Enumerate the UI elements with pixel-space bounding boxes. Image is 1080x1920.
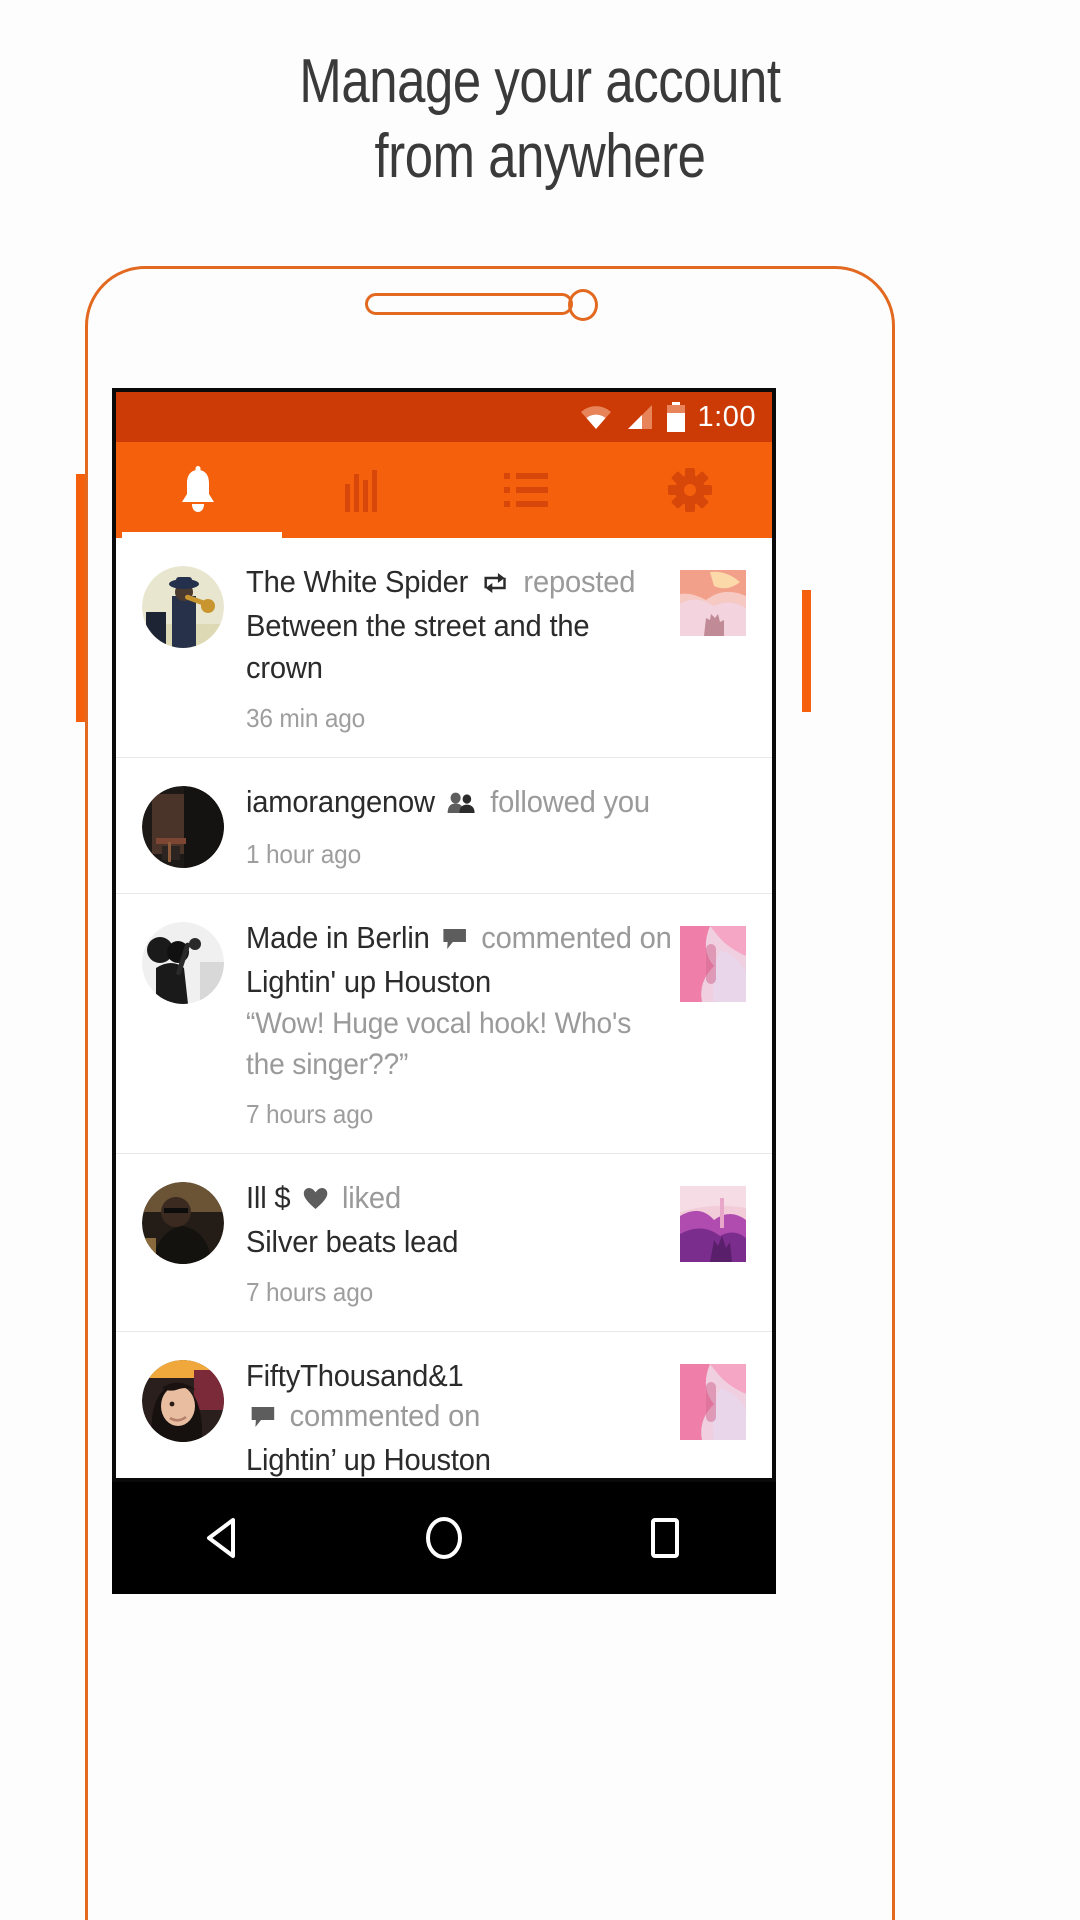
heart-icon [303,1181,328,1221]
row-body: The White Spider reposted Between the st… [246,562,680,735]
timestamp: 36 min ago [246,703,366,733]
nav-recents-button[interactable] [555,1515,776,1561]
table-row[interactable]: Made in Berlin commented on Lightin' up … [116,894,772,1154]
promo-screenshot: Manage your account from anywhere 1:00 T… [0,0,1080,1920]
status-bar: 1:00 [116,392,772,442]
actor-name[interactable]: iamorangenow [246,784,435,819]
headline-line-1: Manage your account [299,47,781,116]
timestamp: 7 hours ago [246,1099,374,1129]
tab-stats[interactable] [280,442,444,538]
action-verb: commented on [481,920,672,955]
comment-icon [251,1399,275,1439]
table-row[interactable]: FiftyThousand&1 commented on Lightin’ up… [116,1332,772,1478]
action-verb: followed you [490,784,650,819]
row-headline: Made in Berlin commented on [246,918,672,961]
power-button[interactable] [802,590,811,712]
signal-icon [624,404,654,430]
wifi-icon [579,404,613,430]
comment-icon [442,921,466,961]
content-thumbnail[interactable] [680,1364,746,1440]
bar-chart-icon [342,468,382,512]
row-body: Ill $ liked Silver beats lead 7 hours ag… [246,1178,680,1309]
content-title[interactable]: Lightin’ up Houston [246,1439,646,1478]
content-thumbnail[interactable] [680,570,746,636]
actor-name[interactable]: Ill $ [246,1180,291,1215]
repost-icon [481,565,509,605]
row-headline: commented on [246,1396,646,1439]
tab-playlists[interactable] [444,442,608,538]
avatar[interactable] [142,566,224,648]
avatar[interactable] [142,922,224,1004]
table-row[interactable]: iamorangenow followed you 1 hour ago [116,758,772,894]
actor-name[interactable]: The White Spider [246,564,468,599]
content-title[interactable]: Silver beats lead [246,1221,646,1263]
front-camera-icon [568,289,598,321]
avatar[interactable] [142,786,224,868]
action-verb: liked [341,1180,401,1215]
gear-icon [668,468,712,512]
content-title[interactable]: Lightin' up Houston [246,961,646,1003]
timestamp: 1 hour ago [246,839,361,869]
comment-text: “Wow! Huge vocal hook! Who's the singer?… [246,1007,632,1081]
page-title: Manage your account from anywhere [97,44,983,194]
row-headline: Ill $ liked [246,1178,646,1221]
row-body: FiftyThousand&1 commented on Lightin’ up… [246,1356,680,1478]
triangle-back-icon [203,1516,243,1560]
action-verb: reposted [523,564,636,599]
table-row[interactable]: Ill $ liked Silver beats lead 7 hours ag… [116,1154,772,1332]
tab-settings[interactable] [608,442,772,538]
status-bar-clock: 1:00 [697,401,756,433]
earpiece-speaker [365,293,573,315]
timestamp: 7 hours ago [246,1277,374,1307]
square-recents-icon [645,1515,685,1561]
phone-screen: 1:00 The White Spider reposted Between t… [112,388,776,1482]
nav-home-button[interactable] [333,1514,554,1562]
content-thumbnail[interactable] [680,1186,746,1262]
avatar[interactable] [142,1360,224,1442]
battery-icon [665,402,687,432]
android-navigation-bar [112,1482,776,1594]
circle-home-icon [422,1514,466,1562]
action-verb: commented on [289,1398,481,1433]
avatar[interactable] [142,1182,224,1264]
row-body: iamorangenow followed you 1 hour ago [246,782,680,871]
actor-name[interactable]: Made in Berlin [246,920,430,955]
row-headline: The White Spider reposted [246,562,646,605]
list-icon [504,472,548,508]
content-thumbnail[interactable] [680,926,746,1002]
people-icon [447,785,476,825]
actor-name[interactable]: FiftyThousand&1 [246,1356,646,1396]
notifications-feed: The White Spider reposted Between the st… [116,538,772,1478]
volume-button[interactable] [76,474,85,722]
content-title[interactable]: Between the street and the crown [246,605,646,689]
row-headline: iamorangenow followed you [246,782,650,825]
tab-notifications[interactable] [116,442,280,538]
nav-back-button[interactable] [112,1516,333,1560]
bell-icon [176,466,220,514]
table-row[interactable]: The White Spider reposted Between the st… [116,538,772,758]
row-body: Made in Berlin commented on Lightin' up … [246,918,680,1131]
headline-line-2: from anywhere [374,122,706,191]
tab-bar [116,442,772,538]
